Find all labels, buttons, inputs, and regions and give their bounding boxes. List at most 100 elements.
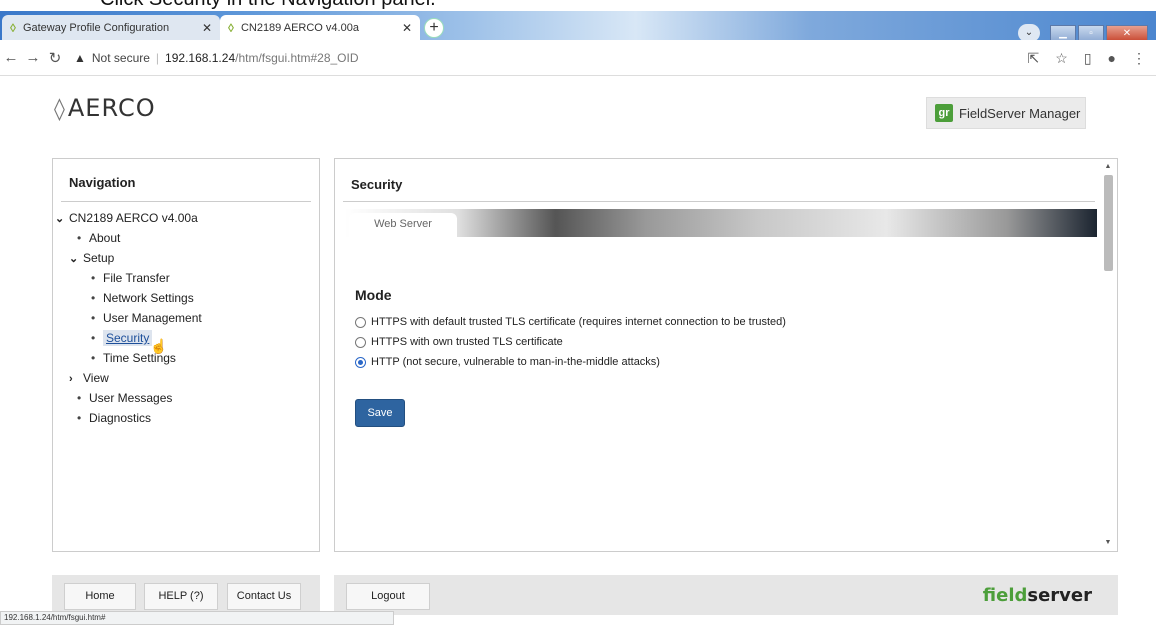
bullet-icon: • [91,271,96,285]
mode-heading: Mode [355,287,392,303]
panel-title: Security [351,177,403,192]
url-host: 192.168.1.24 [165,50,236,65]
footer-right: Logout fieldserver [334,575,1118,615]
menu-kebab-icon[interactable]: ⋮ [1132,50,1146,67]
radio-https-own[interactable]: HTTPS with own trusted TLS certificate [355,336,563,348]
url-separator: | [155,50,160,65]
back-arrow-icon[interactable]: ← [0,49,22,66]
nav-item-label: Network Settings [103,291,194,305]
share-icon[interactable]: ⇱ [1028,50,1040,67]
tab-close-icon[interactable]: ✕ [202,21,212,35]
browser-actions: ⇱ ☆ ▯ ● ⋮ [1028,50,1146,67]
security-tab-bar: Web Server [345,209,1097,239]
nav-item-setup[interactable]: ⌄ Setup [69,251,114,265]
instruction-caption: Click Security in the Navigation panel. [0,0,1156,11]
logout-button[interactable]: Logout [346,583,430,610]
nav-item-label: View [83,371,109,385]
help-button[interactable]: HELP (?) [144,583,218,610]
logo-text: AERCO [67,94,156,122]
radio-label: HTTP (not secure, vulnerable to man-in-t… [371,356,660,368]
nav-item-label: File Transfer [103,271,170,285]
nav-item-label: Setup [83,251,115,265]
browser-tab-label: CN2189 AERCO v4.00a [240,21,359,34]
radio-label: HTTPS with own trusted TLS certificate [371,336,563,348]
nav-item-root[interactable]: ⌄ CN2189 AERCO v4.00a [55,211,198,225]
bullet-icon: • [91,311,96,325]
navigation-panel: Navigation ⌄ CN2189 AERCO v4.00a • About ⌄… [52,158,320,552]
fieldserver-brand-logo: fieldserver [983,585,1092,606]
footer-left: Home HELP (?) Contact Us [52,575,320,615]
chevron-right-icon[interactable]: › [69,373,83,385]
nav-item-security[interactable]: • Security [91,330,153,346]
side-panel-icon[interactable]: ▯ [1084,50,1092,67]
divider [61,201,311,202]
aerco-mark-icon: ◊ [54,97,66,122]
tab-favicon-icon: ◊ [10,20,16,35]
browser-tab-gateway[interactable]: ◊ Gateway Profile Configuration ✕ [2,15,220,40]
fieldserver-manager-button[interactable]: gr FieldServer Manager [926,97,1086,129]
scroll-thumb[interactable] [1103,175,1113,271]
security-panel: Security Web Server Mode HTTPS with defa… [334,158,1118,552]
url-field[interactable]: ▲ Not secure | 192.168.1.24/htm/fsgui.ht… [74,51,359,65]
bookmark-star-icon[interactable]: ☆ [1055,50,1068,67]
divider [343,201,1095,202]
radio-button-selected[interactable] [355,356,366,368]
scroll-up-icon[interactable]: ▲ [1101,161,1115,173]
aerco-logo: ◊AERCO [54,94,156,122]
bullet-icon: • [91,331,96,345]
radio-https-default[interactable]: HTTPS with default trusted TLS certifica… [355,316,786,328]
bullet-icon: • [91,351,96,365]
chevron-down-icon[interactable]: ⌄ [55,212,69,225]
minimize-button[interactable]: ▁ [1050,24,1076,42]
chevron-down-icon[interactable]: ⌄ [69,252,83,265]
reload-icon[interactable]: ↻ [44,49,66,67]
nav-item-label: CN2189 AERCO v4.00a [69,211,198,225]
vertical-scrollbar[interactable]: ▲ ▼ [1101,161,1115,549]
instruction-text: Click Security in the Navigation panel. [100,0,436,11]
radio-http[interactable]: HTTP (not secure, vulnerable to man-in-t… [355,356,660,368]
nav-item-label: User Management [103,311,202,325]
home-button[interactable]: Home [64,583,136,610]
radio-button[interactable] [355,316,366,328]
fieldserver-badge-icon: gr [935,104,953,122]
browser-tab-label: Gateway Profile Configuration [22,21,170,34]
contact-us-button[interactable]: Contact Us [227,583,301,610]
profile-icon[interactable]: ● [1108,50,1116,67]
brand-part-a: field [982,585,1028,606]
nav-item-about[interactable]: • About [77,231,120,245]
nav-item-file-transfer[interactable]: • File Transfer [91,271,170,285]
warning-icon: ▲ [74,50,86,65]
new-tab-button[interactable]: + [424,18,444,38]
url-path: /htm/fsgui.htm#28_OID [235,50,359,65]
save-button[interactable]: Save [355,399,405,427]
browser-tab-cn2189[interactable]: ◊ CN2189 AERCO v4.00a ✕ [220,15,420,40]
close-window-button[interactable]: ✕ [1106,24,1148,42]
navigation-title: Navigation [69,175,136,190]
browser-tab-strip: ◊ Gateway Profile Configuration ✕ ◊ CN21… [0,11,1156,42]
address-bar: ← → ↻ ▲ Not secure | 192.168.1.24/htm/fs… [0,40,1156,76]
tab-close-icon[interactable]: ✕ [402,21,412,35]
radio-button[interactable] [355,336,366,348]
scroll-down-icon[interactable]: ▼ [1101,537,1115,549]
bullet-icon: • [77,231,82,245]
nav-item-label: About [89,231,121,245]
nav-item-user-management[interactable]: • User Management [91,311,202,325]
nav-item-label: Diagnostics [89,411,152,425]
forward-arrow-icon[interactable]: → [22,49,44,66]
maximize-button[interactable]: ▫ [1078,24,1104,42]
tab-favicon-icon: ◊ [228,20,234,35]
nav-item-network-settings[interactable]: • Network Settings [91,291,194,305]
brand-part-b: server [1027,585,1092,606]
nav-item-view[interactable]: › View [69,371,109,385]
fieldserver-manager-label: FieldServer Manager [959,105,1081,121]
hand-cursor-icon: ☝ [150,338,168,354]
status-bar-url: 192.168.1.24/htm/fsgui.htm# [0,611,394,625]
nav-item-diagnostics[interactable]: • Diagnostics [77,411,151,425]
bullet-icon: • [77,391,82,405]
bullet-icon: • [91,291,96,305]
security-label: Not secure [91,50,150,65]
nav-item-label: User Messages [89,391,173,405]
radio-label: HTTPS with default trusted TLS certifica… [371,316,786,328]
tab-web-server[interactable]: Web Server [349,213,457,239]
nav-item-user-messages[interactable]: • User Messages [77,391,172,405]
